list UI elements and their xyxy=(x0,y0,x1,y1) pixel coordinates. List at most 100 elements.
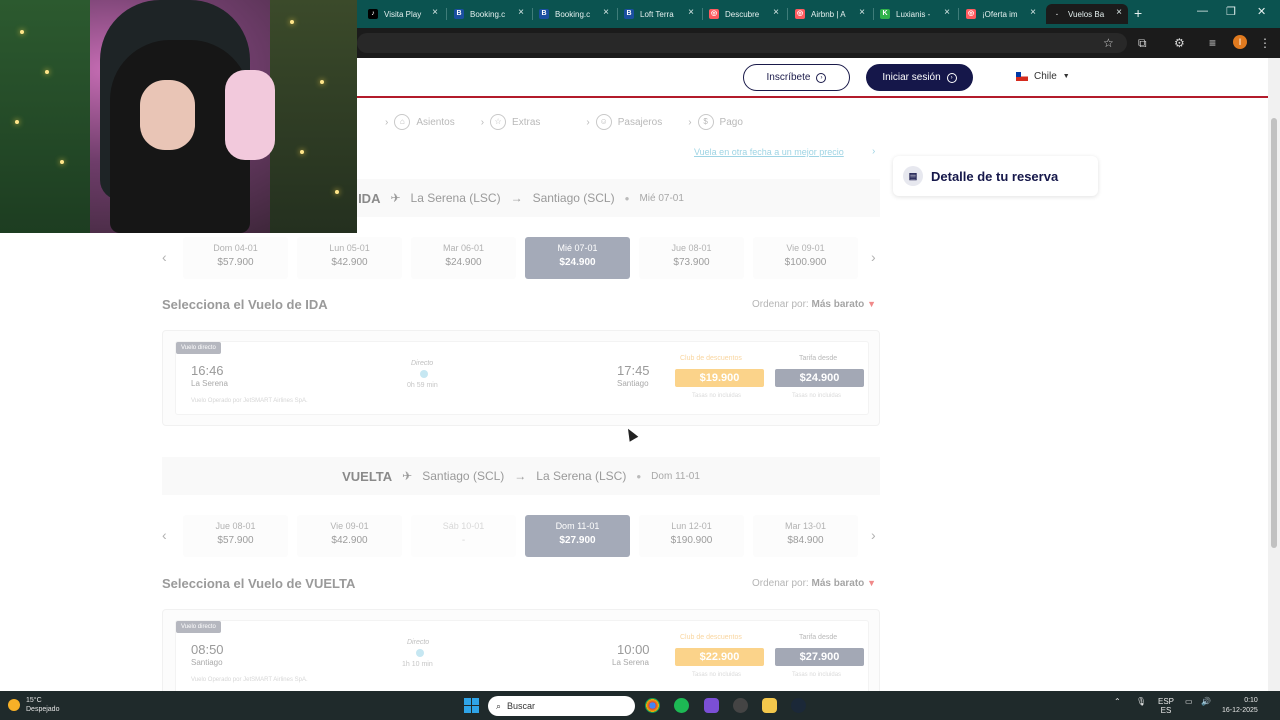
date-price: $100.900 xyxy=(784,257,827,268)
search-placeholder: Buscar xyxy=(507,701,536,711)
close-icon[interactable]: × xyxy=(432,7,438,18)
direct-flight-badge: Vuelo directo xyxy=(176,621,221,633)
microphone-icon[interactable]: 🎙 xyxy=(1136,697,1146,706)
close-icon[interactable]: × xyxy=(944,7,950,18)
date-option[interactable]: Dom 04-01 $57.900 xyxy=(183,237,288,279)
booking-steps: › ⌂ Asientos › ☆ Extras › ☺ Pasajeros › … xyxy=(385,114,769,130)
step-label: Extras xyxy=(512,116,541,128)
tab-booking-2[interactable]: B Booking.c × xyxy=(533,4,615,24)
inbound-flight-card[interactable]: Vuelo directo 08:50 Santiago Directo 1h … xyxy=(162,609,880,691)
file-explorer-icon[interactable] xyxy=(762,698,777,713)
step-extras[interactable]: › ☆ Extras xyxy=(480,114,541,130)
close-icon[interactable]: × xyxy=(688,7,694,18)
tab-vuelos-active[interactable]: . Vuelos Ba × xyxy=(1046,4,1128,24)
chevron-left-icon[interactable]: ‹ xyxy=(162,249,167,265)
steam-icon[interactable] xyxy=(791,698,806,713)
minimize-icon[interactable]: — xyxy=(1197,5,1208,17)
scrollbar-thumb[interactable] xyxy=(1271,118,1277,548)
close-icon[interactable]: × xyxy=(773,7,779,18)
country-selector[interactable]: Chile ▼ xyxy=(1016,71,1070,82)
close-icon[interactable]: × xyxy=(518,7,524,18)
obs-icon[interactable] xyxy=(733,698,748,713)
outbound-sort[interactable]: Ordenar por: Más barato ▼ xyxy=(752,299,876,310)
fare-price-button[interactable]: $24.900 xyxy=(775,369,864,387)
tab-airbnb[interactable]: ◎ Airbnb | A × xyxy=(789,4,871,24)
network-icon[interactable]: ▭ xyxy=(1185,697,1193,706)
close-window-icon[interactable]: ✕ xyxy=(1257,5,1266,18)
outbound-flight-card[interactable]: Vuelo directo 16:46 La Serena Directo 0h… xyxy=(162,330,880,426)
new-tab-button[interactable]: + xyxy=(1134,5,1142,21)
maximize-icon[interactable]: ❐ xyxy=(1226,5,1236,18)
flight-card-body: Vuelo directo 08:50 Santiago Directo 1h … xyxy=(175,620,869,691)
fare-label: Tarifa desde xyxy=(799,634,838,641)
date-option[interactable]: Vie 09-01 $100.900 xyxy=(753,237,858,279)
close-icon[interactable]: × xyxy=(1116,7,1122,18)
language-indicator[interactable]: ESP ES xyxy=(1158,697,1174,715)
date-option[interactable]: Mar 13-01 $84.900 xyxy=(753,515,858,557)
extensions-icon[interactable]: ⧉ xyxy=(1138,36,1147,51)
date-price: - xyxy=(461,535,466,546)
date-option[interactable]: Lun 05-01 $42.900 xyxy=(297,237,402,279)
date-option[interactable]: Vie 09-01 $42.900 xyxy=(297,515,402,557)
weather-widget[interactable]: 15°C Despejado xyxy=(8,696,59,714)
taskbar-search[interactable]: ⌕ Buscar xyxy=(488,696,635,716)
date-option[interactable]: Jue 08-01 $57.900 xyxy=(183,515,288,557)
chevron-up-icon[interactable]: ⌃ xyxy=(1114,697,1121,706)
step-label: Pago xyxy=(719,116,743,128)
chrome-icon[interactable] xyxy=(645,698,660,713)
chevron-right-icon: › xyxy=(480,116,485,128)
discord-icon[interactable] xyxy=(704,698,719,713)
windows-start-icon[interactable] xyxy=(464,698,479,713)
christmas-tree-right xyxy=(270,0,357,233)
toy-figure xyxy=(225,70,275,160)
chevron-right-icon[interactable]: › xyxy=(871,249,876,265)
tab-oferta[interactable]: ◎ ¡Oferta im × xyxy=(960,4,1042,24)
step-pago[interactable]: › $ Pago xyxy=(688,114,743,130)
tab-loft-terra[interactable]: B Loft Terra × xyxy=(618,4,700,24)
vpn-icon[interactable]: ⚙ xyxy=(1174,36,1185,50)
page-scrollbar[interactable] xyxy=(1268,58,1280,691)
system-clock[interactable]: 0:10 16-12-2025 xyxy=(1222,696,1258,716)
step-asientos[interactable]: › ⌂ Asientos xyxy=(385,114,455,130)
tab-luxianis[interactable]: K Luxianis - × xyxy=(874,4,956,24)
media-icon[interactable]: ≡ xyxy=(1209,36,1216,50)
date-option-selected[interactable]: Mié 07-01 $24.900 xyxy=(525,237,630,279)
close-icon[interactable]: × xyxy=(603,7,609,18)
step-pasajeros[interactable]: › ☺ Pasajeros xyxy=(586,114,662,130)
close-icon[interactable]: × xyxy=(859,7,865,18)
bookmark-star-icon[interactable]: ☆ xyxy=(1103,36,1114,50)
date-option-disabled: Sáb 10-01 - xyxy=(411,515,516,557)
flight-duration: 0h 59 min xyxy=(407,382,438,389)
login-button[interactable]: Iniciar sesión › xyxy=(866,64,973,91)
chevron-left-icon[interactable]: ‹ xyxy=(162,527,167,543)
alt-date-link[interactable]: Vuela en otra fecha a un mejor precio xyxy=(694,147,844,157)
caret-down-icon: ▼ xyxy=(867,299,876,309)
reservation-detail-card[interactable]: ▤ Detalle de tu reserva xyxy=(893,156,1098,196)
register-button[interactable]: Inscríbete › xyxy=(743,64,850,91)
date-day: Mar 06-01 xyxy=(442,243,485,253)
club-price-button[interactable]: $22.900 xyxy=(675,648,764,666)
menu-icon[interactable]: ⋮ xyxy=(1259,36,1271,50)
chevron-right-icon[interactable]: › xyxy=(871,527,876,543)
date-price: $42.900 xyxy=(331,535,368,546)
booking-icon: B xyxy=(539,9,549,19)
club-price-button[interactable]: $19.900 xyxy=(675,369,764,387)
departure-city: La Serena xyxy=(191,379,228,388)
christmas-tree-left xyxy=(0,0,90,233)
tab-booking-1[interactable]: B Booking.c × xyxy=(448,4,530,24)
tab-tiktok[interactable]: ♪ Visita Play × xyxy=(362,4,444,24)
date-price: $24.900 xyxy=(445,257,482,268)
tab-descubre[interactable]: ◎ Descubre × xyxy=(703,4,785,24)
address-bar[interactable] xyxy=(357,33,1127,53)
close-icon[interactable]: × xyxy=(1030,7,1036,18)
date-option[interactable]: Lun 12-01 $190.900 xyxy=(639,515,744,557)
date-option[interactable]: Jue 08-01 $73.900 xyxy=(639,237,744,279)
fare-price-button[interactable]: $27.900 xyxy=(775,648,864,666)
profile-avatar[interactable]: I xyxy=(1233,35,1247,49)
date-option-selected[interactable]: Dom 11-01 $27.900 xyxy=(525,515,630,557)
date-option[interactable]: Mar 06-01 $24.900 xyxy=(411,237,516,279)
volume-icon[interactable]: 🔊 xyxy=(1201,697,1211,706)
inbound-sort[interactable]: Ordenar por: Más barato ▼ xyxy=(752,578,876,589)
inbound-route-bar: VUELTA ✈ Santiago (SCL) → La Serena (LSC… xyxy=(162,457,880,495)
spotify-icon[interactable] xyxy=(674,698,689,713)
